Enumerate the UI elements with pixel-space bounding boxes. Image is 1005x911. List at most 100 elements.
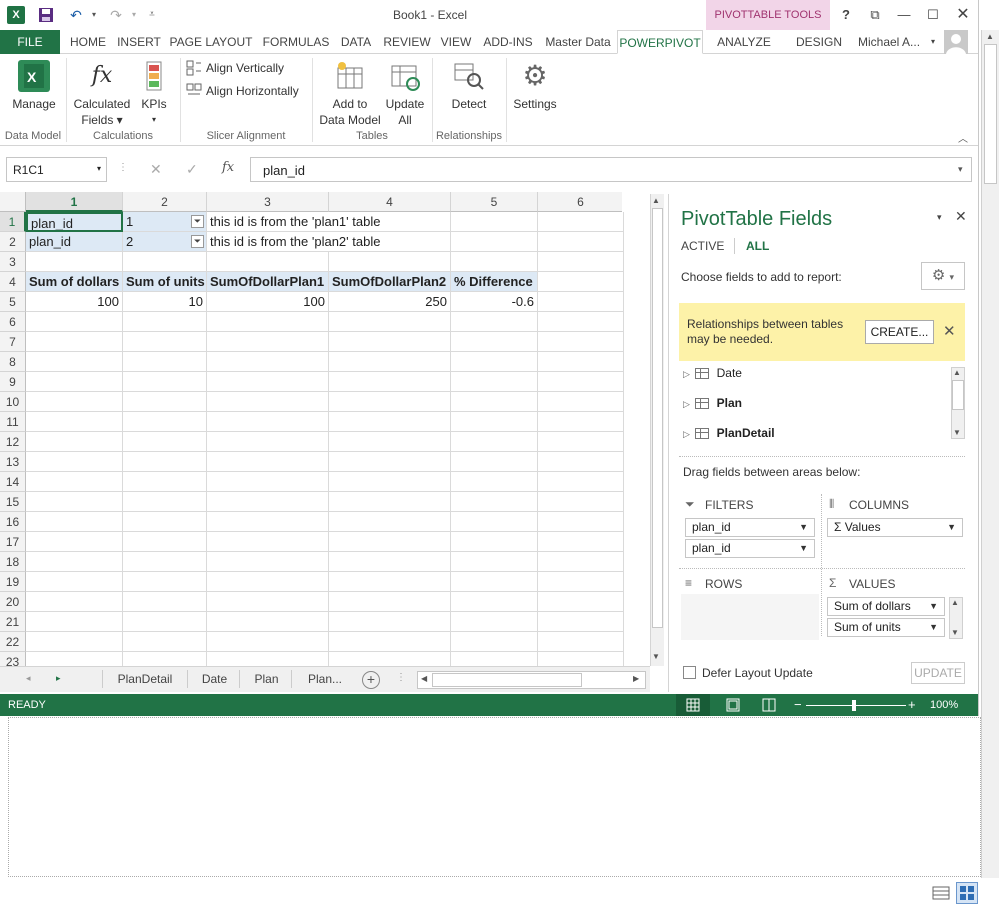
grid-cell[interactable] bbox=[538, 632, 624, 652]
create-relationship-button[interactable]: CREATE... bbox=[865, 320, 934, 344]
grid-cell[interactable] bbox=[123, 372, 207, 392]
values-field-sum-of-units[interactable]: Sum of units ▼ bbox=[827, 618, 945, 637]
scroll-up-icon[interactable]: ▲ bbox=[652, 196, 660, 205]
horizontal-scrollbar[interactable]: ◀ ▶ bbox=[417, 671, 646, 689]
column-header[interactable]: 6 bbox=[538, 192, 624, 212]
grid-cell[interactable] bbox=[207, 392, 329, 412]
column-header[interactable]: 1 bbox=[26, 192, 123, 212]
expand-icon[interactable]: ▷ bbox=[683, 429, 690, 439]
grid-cell[interactable] bbox=[451, 412, 538, 432]
grid-cell[interactable] bbox=[451, 252, 538, 272]
row-header[interactable]: 20 bbox=[0, 592, 26, 612]
tab-file[interactable]: FILE bbox=[0, 30, 60, 54]
grid-cell[interactable] bbox=[26, 552, 123, 572]
grid-cell[interactable] bbox=[538, 572, 624, 592]
grid-cell[interactable] bbox=[538, 272, 624, 292]
grid-cell[interactable] bbox=[329, 252, 451, 272]
grid-cell[interactable] bbox=[329, 412, 451, 432]
row-header[interactable]: 16 bbox=[0, 512, 26, 532]
grid-cell[interactable] bbox=[451, 232, 538, 252]
grid-cell[interactable] bbox=[123, 652, 207, 666]
grid-cell[interactable] bbox=[26, 572, 123, 592]
scroll-left-icon[interactable]: ◀ bbox=[421, 674, 427, 683]
tab-view[interactable]: VIEW bbox=[438, 30, 474, 54]
grid-cell[interactable] bbox=[123, 592, 207, 612]
zoom-level[interactable]: 100% bbox=[930, 699, 958, 711]
scroll-up-icon[interactable]: ▲ bbox=[953, 368, 961, 377]
grid-cell[interactable] bbox=[329, 392, 451, 412]
column-header[interactable]: 4 bbox=[329, 192, 451, 212]
row-header[interactable]: 3 bbox=[0, 252, 26, 272]
grid-cell[interactable] bbox=[207, 352, 329, 372]
row-header[interactable]: 14 bbox=[0, 472, 26, 492]
customize-qat-icon[interactable]: ⩡ bbox=[142, 5, 162, 25]
row-header[interactable]: 9 bbox=[0, 372, 26, 392]
row-header[interactable]: 21 bbox=[0, 612, 26, 632]
prev-sheet-icon[interactable]: ◂ bbox=[26, 673, 31, 684]
align-vertically-button[interactable]: Align Vertically bbox=[206, 61, 284, 75]
enter-icon[interactable]: ✓ bbox=[186, 161, 198, 178]
filter-field-plan-id-2[interactable]: plan_id ▼ bbox=[685, 539, 815, 558]
grid-cell[interactable] bbox=[538, 492, 624, 512]
filter-field-plan-id-1[interactable]: plan_id ▼ bbox=[685, 518, 815, 537]
row-header[interactable]: 5 bbox=[0, 292, 26, 312]
tab-review[interactable]: REVIEW bbox=[382, 30, 432, 54]
grid-cell[interactable] bbox=[207, 552, 329, 572]
select-all-corner[interactable] bbox=[0, 192, 26, 212]
grid-cell[interactable] bbox=[538, 372, 624, 392]
grid-cell[interactable] bbox=[26, 512, 123, 532]
grid-cell[interactable] bbox=[538, 252, 624, 272]
grid-cell[interactable] bbox=[123, 632, 207, 652]
grid-cell[interactable] bbox=[451, 592, 538, 612]
grid-cell[interactable] bbox=[26, 492, 123, 512]
detect-button[interactable]: Detect bbox=[446, 60, 492, 112]
row-header[interactable]: 13 bbox=[0, 452, 26, 472]
grid-cell[interactable] bbox=[538, 352, 624, 372]
grid-cell[interactable] bbox=[26, 532, 123, 552]
field-item-plandetail[interactable]: ▷ PlanDetail bbox=[679, 418, 949, 441]
grid-cell[interactable] bbox=[451, 352, 538, 372]
tab-page-layout[interactable]: PAGE LAYOUT bbox=[168, 30, 254, 54]
update-button[interactable]: UPDATE bbox=[911, 662, 965, 684]
grid-cell[interactable] bbox=[123, 332, 207, 352]
close-window-button[interactable]: ✕ bbox=[951, 4, 975, 26]
grid-cell[interactable] bbox=[329, 492, 451, 512]
defer-layout-checkbox[interactable] bbox=[683, 666, 696, 679]
grid-cell[interactable] bbox=[538, 552, 624, 572]
tab-all[interactable]: ALL bbox=[746, 239, 769, 253]
grid-cell[interactable] bbox=[207, 332, 329, 352]
tile-view-icon[interactable] bbox=[956, 882, 978, 904]
row-header[interactable]: 1 bbox=[0, 212, 26, 232]
grid-cell[interactable] bbox=[451, 572, 538, 592]
grid-cell[interactable] bbox=[329, 212, 451, 232]
grid-cell[interactable] bbox=[329, 452, 451, 472]
rows-drop-area[interactable] bbox=[681, 594, 819, 640]
grid-cell[interactable] bbox=[538, 532, 624, 552]
calculated-fields-button[interactable]: fx Calculated Fields ▾ bbox=[72, 60, 132, 128]
grid-cell[interactable] bbox=[329, 612, 451, 632]
update-all-button[interactable]: Update All bbox=[384, 60, 426, 128]
grid-cell[interactable] bbox=[123, 532, 207, 552]
field-list-scrollbar[interactable]: ▲ ▼ bbox=[951, 367, 965, 439]
grid-cell[interactable] bbox=[207, 612, 329, 632]
tab-formulas[interactable]: FORMULAS bbox=[260, 30, 332, 54]
grid-cell[interactable] bbox=[538, 452, 624, 472]
grid-cell[interactable] bbox=[207, 472, 329, 492]
grid-cell[interactable] bbox=[207, 652, 329, 666]
grid-cell[interactable]: 10 bbox=[123, 292, 207, 312]
column-header[interactable]: 2 bbox=[123, 192, 207, 212]
tab-add-ins[interactable]: ADD-INS bbox=[480, 30, 536, 54]
zoom-in-icon[interactable]: + bbox=[908, 697, 916, 712]
grid-cell[interactable] bbox=[329, 432, 451, 452]
grid-cell[interactable] bbox=[329, 552, 451, 572]
next-sheet-icon[interactable]: ▸ bbox=[56, 673, 61, 684]
tab-analyze[interactable]: ANALYZE bbox=[712, 30, 776, 54]
grid-cell[interactable]: 100 bbox=[207, 292, 329, 312]
user-dropdown-icon[interactable]: ▾ bbox=[928, 30, 938, 54]
grid-cell[interactable]: 250 bbox=[329, 292, 451, 312]
grid-cell[interactable] bbox=[207, 492, 329, 512]
row-header[interactable]: 7 bbox=[0, 332, 26, 352]
row-header[interactable]: 17 bbox=[0, 532, 26, 552]
grid-cell[interactable] bbox=[26, 432, 123, 452]
align-horizontally-button[interactable]: Align Horizontally bbox=[206, 84, 299, 98]
